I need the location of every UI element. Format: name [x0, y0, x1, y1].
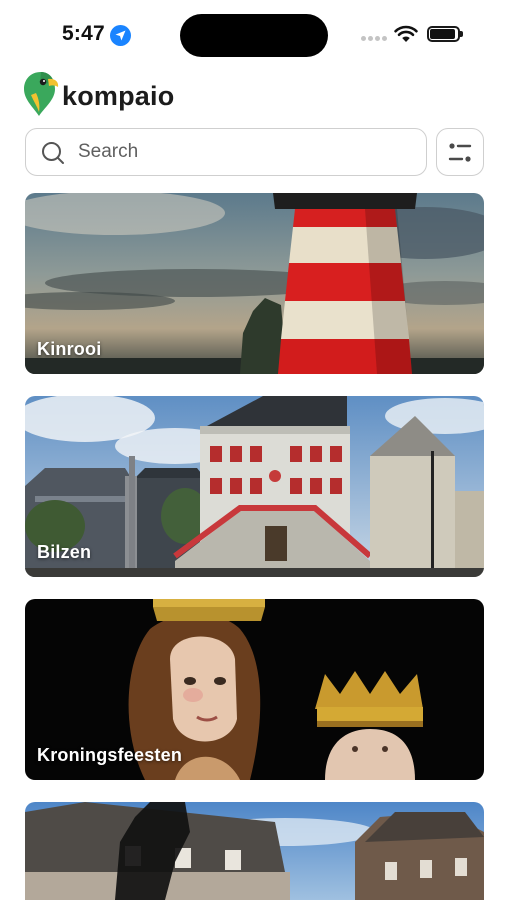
destination-card-kroningsfeesten[interactable]: Kroningsfeesten [25, 599, 484, 780]
status-bar: 5:47 [0, 0, 507, 68]
card-title: Kinrooi [37, 339, 102, 359]
card-image-town-hall [25, 396, 484, 577]
signal-dots-icon [361, 36, 387, 42]
battery-icon [427, 26, 463, 42]
destination-card-kinrooi[interactable]: Kinrooi [25, 193, 484, 374]
destination-card-bilzen[interactable]: Bilzen [25, 396, 484, 577]
search-box[interactable] [25, 128, 427, 176]
filter-button[interactable] [436, 128, 484, 176]
card-title: Kroningsfeesten [37, 745, 183, 765]
status-time: 5:47 [62, 22, 105, 45]
destination-card-partial[interactable] [25, 802, 484, 900]
brand-name: kompaio [62, 81, 175, 111]
location-arrow-icon [110, 25, 131, 46]
dynamic-island [180, 14, 328, 57]
card-title: Bilzen [37, 542, 92, 562]
search-icon [42, 142, 64, 164]
card-image-town-square [25, 802, 484, 900]
parrot-pin-logo [24, 72, 59, 116]
wifi-icon [394, 25, 418, 42]
filter-icon [448, 143, 472, 162]
search-input[interactable] [78, 138, 408, 166]
